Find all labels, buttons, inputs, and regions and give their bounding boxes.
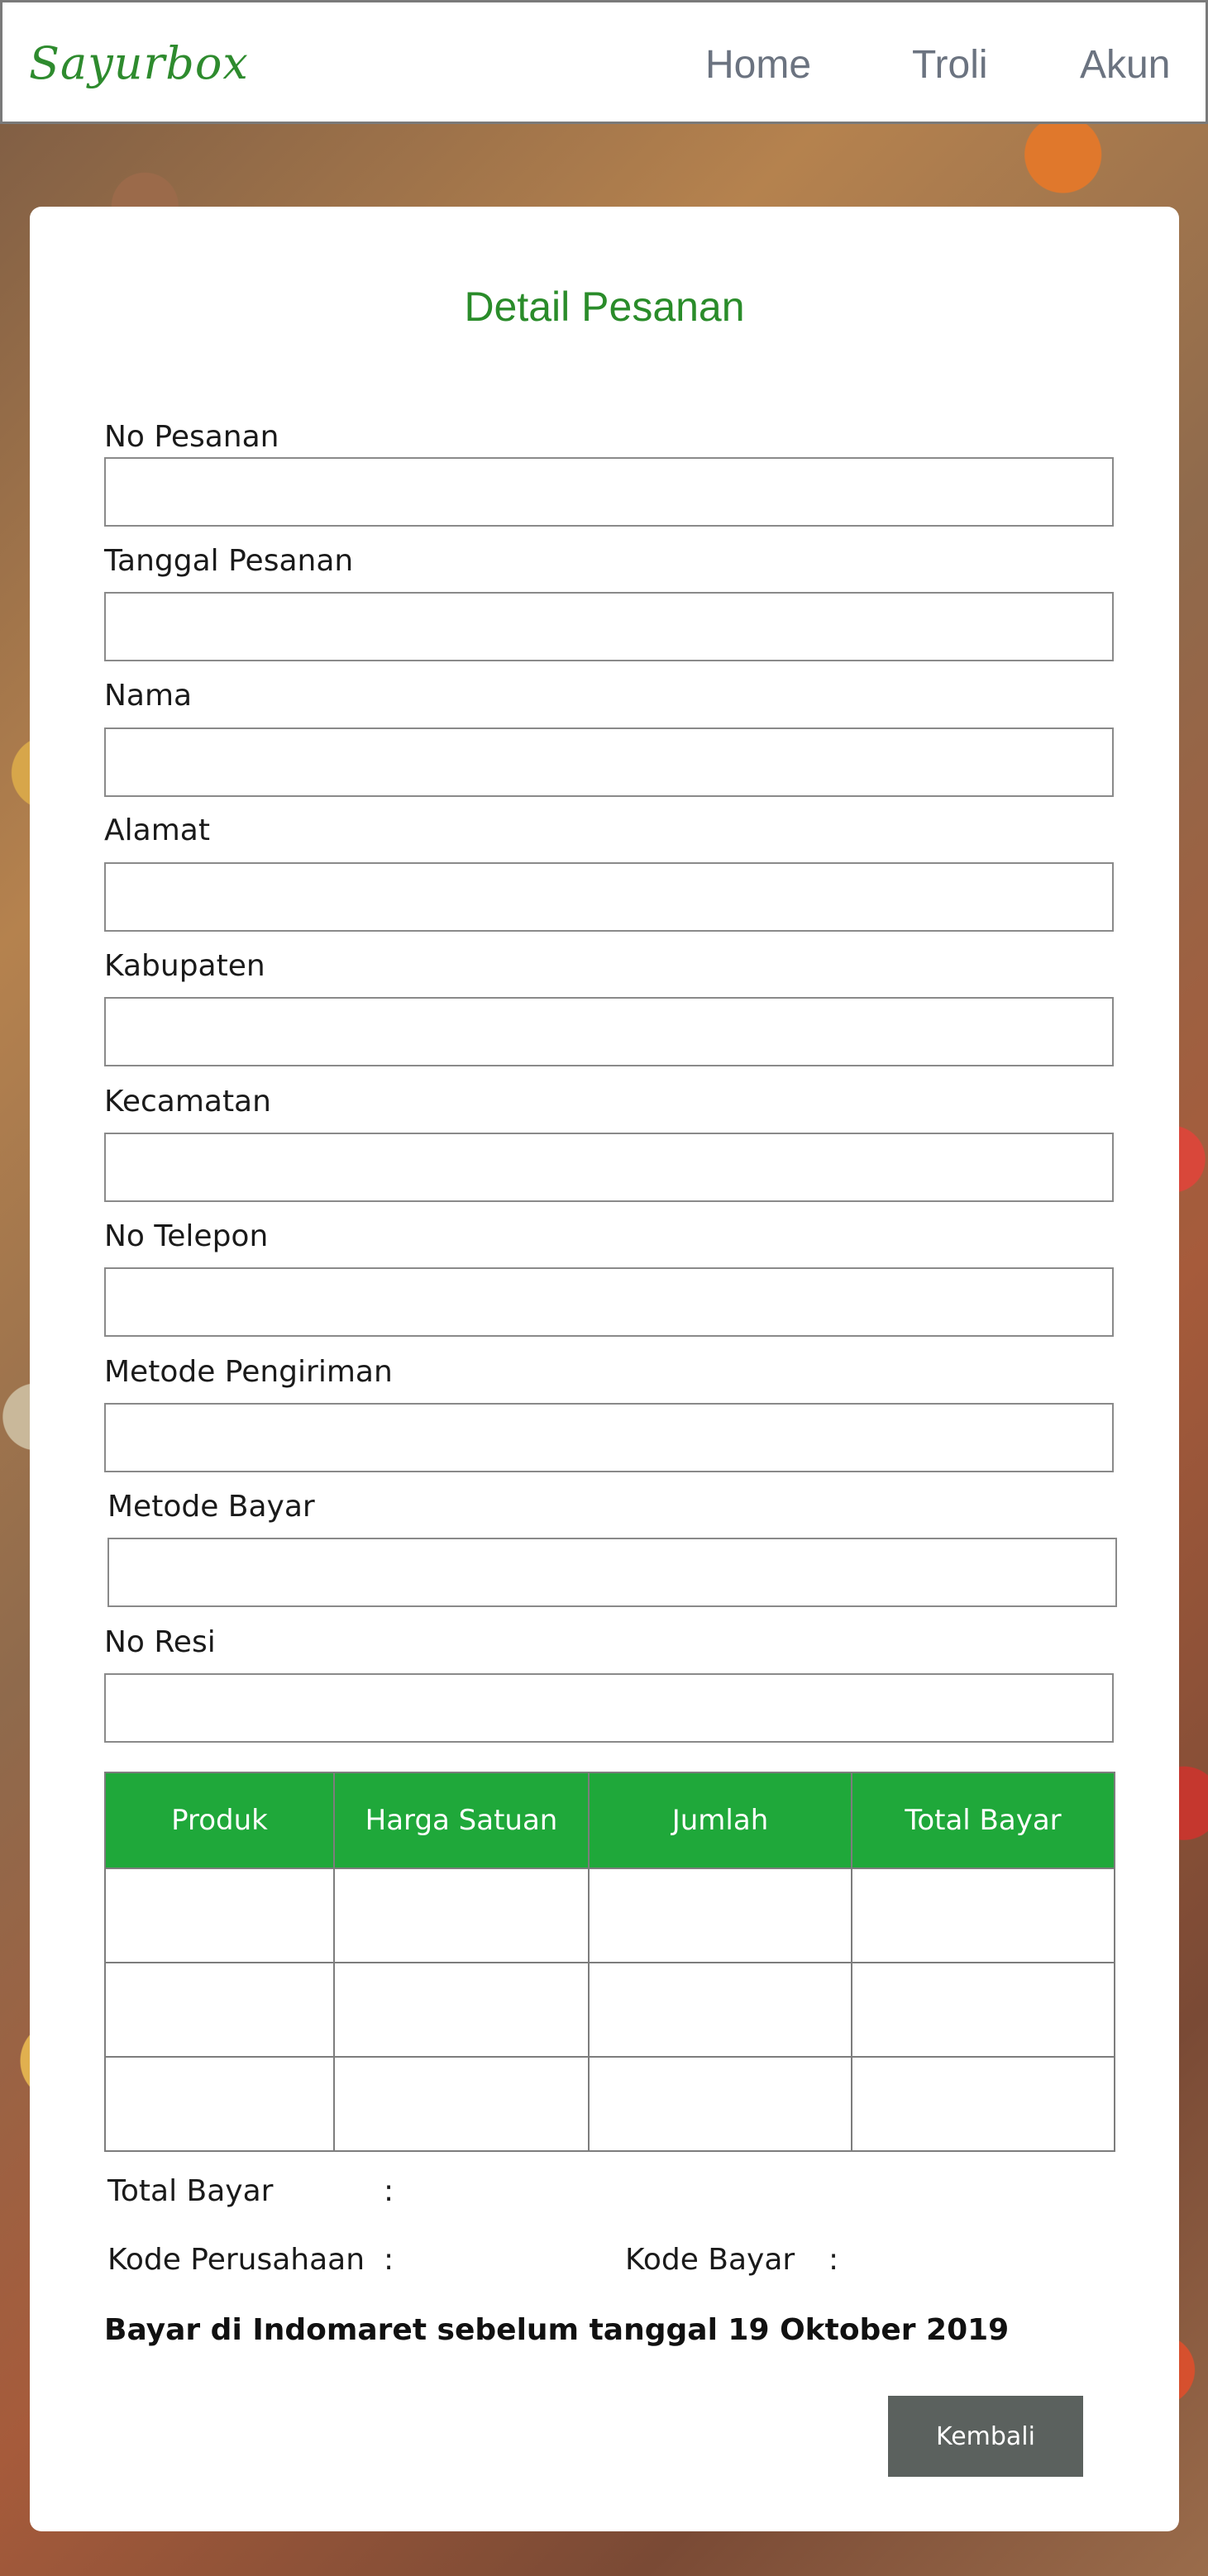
navbar: Sayurbox Home Troli Akun xyxy=(0,0,1208,124)
nav-link-home[interactable]: Home xyxy=(705,42,811,88)
table-row xyxy=(104,2056,1115,2152)
payment-deadline-notice: Bayar di Indomaret sebelum tanggal 19 Ok… xyxy=(104,2313,1010,2347)
kabupaten-input[interactable] xyxy=(104,997,1114,1066)
table-cell xyxy=(851,1868,1115,1963)
order-items-table: Produk Harga Satuan Jumlah Total Bayar xyxy=(104,1772,1115,2152)
column-header-jumlah: Jumlah xyxy=(588,1772,852,1869)
table-cell xyxy=(333,1868,590,1963)
column-header-harga-satuan: Harga Satuan xyxy=(333,1772,590,1869)
field-label-no-pesanan: No Pesanan xyxy=(104,420,279,454)
kecamatan-input[interactable] xyxy=(104,1133,1114,1202)
table-cell xyxy=(104,1868,335,1963)
table-cell xyxy=(333,1962,590,2058)
field-label-nama: Nama xyxy=(104,679,193,713)
column-header-total-bayar: Total Bayar xyxy=(851,1772,1115,1869)
order-detail-card: Detail Pesanan No Pesanan Tanggal Pesana… xyxy=(30,207,1179,2531)
metode-pengiriman-input[interactable] xyxy=(104,1403,1114,1472)
field-label-kecamatan: Kecamatan xyxy=(104,1085,271,1119)
kode-bayar-colon: : xyxy=(828,2243,839,2277)
total-bayar-label: Total Bayar xyxy=(107,2174,274,2208)
nama-input[interactable] xyxy=(104,727,1114,797)
table-row xyxy=(104,1868,1115,1963)
table-cell xyxy=(851,1962,1115,2058)
metode-bayar-input[interactable] xyxy=(107,1538,1117,1607)
table-cell xyxy=(851,2056,1115,2152)
total-bayar-colon: : xyxy=(384,2174,394,2208)
brand-logo[interactable]: Sayurbox xyxy=(29,37,249,89)
no-telepon-input[interactable] xyxy=(104,1267,1114,1337)
nav-link-akun[interactable]: Akun xyxy=(1080,42,1170,88)
no-pesanan-input[interactable] xyxy=(104,457,1114,527)
table-cell xyxy=(588,2056,852,2152)
field-label-alamat: Alamat xyxy=(104,813,210,847)
back-button[interactable]: Kembali xyxy=(888,2396,1083,2477)
field-label-tanggal-pesanan: Tanggal Pesanan xyxy=(104,544,354,578)
alamat-input[interactable] xyxy=(104,862,1114,932)
field-label-metode-pengiriman: Metode Pengiriman xyxy=(104,1355,393,1389)
table-cell xyxy=(104,1962,335,2058)
table-cell xyxy=(104,2056,335,2152)
field-label-metode-bayar: Metode Bayar xyxy=(107,1490,315,1524)
table-cell xyxy=(333,2056,590,2152)
table-cell xyxy=(588,1962,852,2058)
kode-bayar-label: Kode Bayar xyxy=(625,2243,795,2277)
column-header-produk: Produk xyxy=(104,1772,335,1869)
table-row xyxy=(104,1962,1115,2058)
field-label-kabupaten: Kabupaten xyxy=(104,949,265,983)
page-title: Detail Pesanan xyxy=(464,284,745,330)
table-header-row: Produk Harga Satuan Jumlah Total Bayar xyxy=(104,1772,1115,1869)
field-label-no-telepon: No Telepon xyxy=(104,1219,269,1253)
kode-perusahaan-label: Kode Perusahaan xyxy=(107,2243,365,2277)
kode-perusahaan-colon: : xyxy=(384,2243,394,2277)
no-resi-input[interactable] xyxy=(104,1673,1114,1743)
table-cell xyxy=(588,1868,852,1963)
field-label-no-resi: No Resi xyxy=(104,1625,216,1659)
nav-link-troli[interactable]: Troli xyxy=(912,42,988,88)
tanggal-pesanan-input[interactable] xyxy=(104,592,1114,661)
